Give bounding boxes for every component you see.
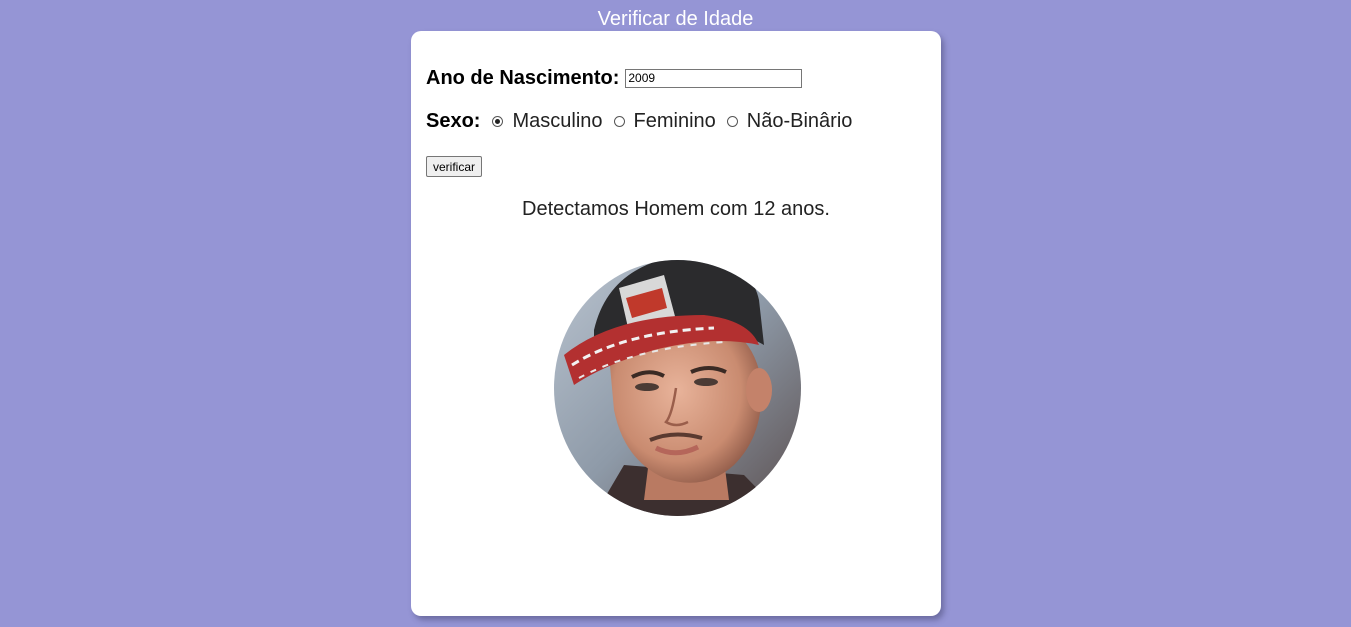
young-man-portrait-icon xyxy=(554,260,801,516)
radio-label-nao-binario[interactable]: Não-Binârio xyxy=(747,110,853,133)
verify-button[interactable]: verificar xyxy=(426,156,483,177)
radio-label-feminino[interactable]: Feminino xyxy=(634,110,716,133)
radio-masculino[interactable] xyxy=(492,115,504,127)
age-check-card: Ano de Nascimento: Sexo: Masculino Femin… xyxy=(411,31,941,616)
birth-year-label: Ano de Nascimento: xyxy=(426,66,620,89)
birth-year-input[interactable] xyxy=(625,68,803,88)
radio-label-masculino[interactable]: Masculino xyxy=(512,110,602,133)
page-title: Verificar de Idade xyxy=(597,8,754,30)
sex-row: Sexo: Masculino Feminino Não-Binârio xyxy=(426,109,863,133)
result-photo xyxy=(554,260,801,516)
radio-feminino[interactable] xyxy=(613,115,625,127)
birth-year-row: Ano de Nascimento: xyxy=(426,66,803,90)
sex-label: Sexo: xyxy=(426,109,481,132)
result-text: Detectamos Homem com 12 anos. xyxy=(522,198,830,220)
page-header: Verificar de Idade xyxy=(0,0,1351,31)
radio-nao-binario[interactable] xyxy=(726,115,738,127)
